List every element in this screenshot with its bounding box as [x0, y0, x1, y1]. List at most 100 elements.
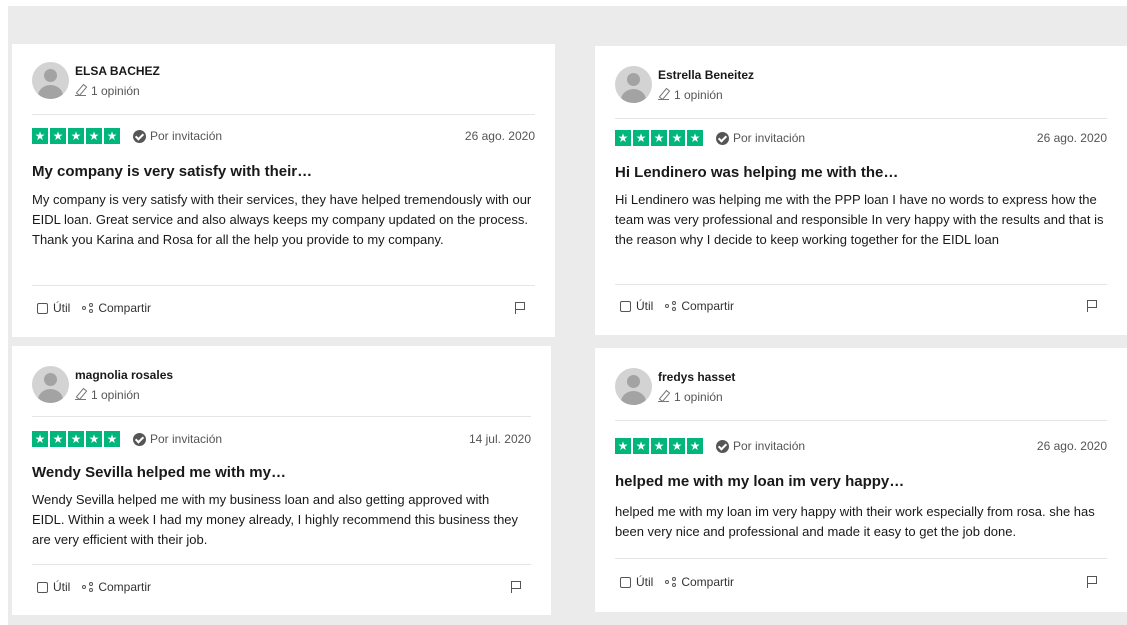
star-icon: ★ — [86, 128, 102, 144]
star-icon: ★ — [651, 438, 667, 454]
rating-row: ★ ★ ★ ★ ★ Por invitación 26 ago. 2020 — [615, 437, 1107, 455]
review-title[interactable]: helped me with my loan im very happy… — [615, 473, 1109, 491]
helpful-label: Útil — [53, 301, 71, 315]
review-paragraph: Hi Lendinero was helping me with the PPP… — [615, 192, 1104, 247]
flag-icon[interactable] — [1087, 576, 1097, 588]
review-title[interactable]: My company is very satisfy with their… — [32, 163, 537, 181]
avatar[interactable] — [32, 62, 69, 99]
verified-label: Por invitación — [150, 432, 223, 446]
flag-icon[interactable] — [1087, 300, 1097, 312]
review-author[interactable]: fredys hasset 1 opinión — [615, 368, 735, 405]
thumbs-up-icon — [37, 581, 48, 593]
review-date: 14 jul. 2020 — [468, 432, 531, 446]
author-name[interactable]: magnolia rosales — [75, 367, 173, 383]
review-title[interactable]: Wendy Sevilla helped me with my… — [32, 464, 533, 482]
review-card: Estrella Beneitez 1 opinión ★ ★ ★ ★ ★ Por in… — [595, 46, 1127, 335]
star-icon: ★ — [651, 130, 667, 146]
helpful-button[interactable]: Útil — [620, 575, 653, 589]
review-text: Hi Lendinero was helping me with the PPP… — [615, 190, 1109, 250]
rating-row: ★ ★ ★ ★ ★ Por invitación 14 jul. 2020 — [32, 430, 531, 448]
review-paragraph: helped me with my loan im very happy wit… — [615, 504, 1095, 539]
review-count-label: 1 opinión — [91, 387, 140, 402]
thumbs-up-icon — [620, 576, 631, 588]
check-circle-icon — [716, 131, 729, 145]
thumbs-up-icon — [37, 302, 48, 314]
helpful-button[interactable]: Útil — [620, 299, 653, 313]
review-paragraph: Thank you Karina and Rosa for all the he… — [32, 232, 444, 247]
star-icon: ★ — [669, 438, 685, 454]
share-button[interactable]: Compartir — [665, 575, 734, 589]
star-rating: ★ ★ ★ ★ ★ — [32, 128, 120, 144]
review-paragraph: Wendy Sevilla helped me with my business… — [32, 492, 519, 547]
verified-label: Por invitación — [733, 439, 806, 453]
verified-badge[interactable]: Por invitación — [133, 432, 222, 446]
rating-row: ★ ★ ★ ★ ★ Por invitación 26 ago. 2020 — [32, 127, 535, 145]
check-circle-icon — [133, 129, 146, 143]
avatar[interactable] — [615, 66, 652, 103]
star-icon: ★ — [633, 130, 649, 146]
share-label: Compartir — [681, 299, 735, 313]
review-actions: Útil Compartir — [620, 575, 1097, 589]
check-circle-icon — [716, 439, 729, 453]
verified-badge[interactable]: Por invitación — [716, 131, 805, 145]
avatar[interactable] — [615, 368, 652, 405]
review-author[interactable]: ELSA BACHEZ 1 opinión — [32, 62, 160, 99]
helpful-label: Útil — [636, 299, 654, 313]
review-paragraph: My company is very satisfy with their se… — [32, 192, 532, 227]
divider — [32, 564, 531, 565]
review-title[interactable]: Hi Lendinero was helping me with the… — [615, 164, 1109, 182]
star-icon: ★ — [687, 130, 703, 146]
pencil-icon — [75, 389, 86, 400]
star-icon: ★ — [615, 130, 631, 146]
star-rating: ★ ★ ★ ★ ★ — [615, 438, 703, 454]
star-icon: ★ — [32, 128, 48, 144]
star-icon: ★ — [68, 431, 84, 447]
star-rating: ★ ★ ★ ★ ★ — [32, 431, 120, 447]
star-icon: ★ — [669, 130, 685, 146]
verified-label: Por invitación — [150, 129, 223, 143]
thumbs-up-icon — [620, 300, 631, 312]
review-text: helped me with my loan im very happy wit… — [615, 502, 1109, 542]
share-button[interactable]: Compartir — [665, 299, 734, 313]
star-icon: ★ — [68, 128, 84, 144]
star-icon: ★ — [32, 431, 48, 447]
review-actions: Útil Compartir — [37, 301, 525, 315]
review-date: 26 ago. 2020 — [1036, 439, 1107, 453]
divider — [615, 118, 1107, 119]
review-author[interactable]: magnolia rosales 1 opinión — [32, 366, 173, 403]
share-icon — [82, 582, 94, 592]
author-name[interactable]: Estrella Beneitez — [658, 67, 754, 83]
flag-icon[interactable] — [511, 581, 521, 593]
helpful-button[interactable]: Útil — [37, 580, 70, 594]
verified-badge[interactable]: Por invitación — [716, 439, 805, 453]
share-label: Compartir — [98, 580, 152, 594]
author-name[interactable]: ELSA BACHEZ — [75, 63, 160, 79]
helpful-button[interactable]: Útil — [37, 301, 70, 315]
share-button[interactable]: Compartir — [82, 580, 151, 594]
review-card: ELSA BACHEZ 1 opinión ★ ★ ★ ★ ★ Por invitaci… — [12, 44, 555, 337]
review-text: My company is very satisfy with their se… — [32, 190, 537, 250]
star-icon: ★ — [50, 128, 66, 144]
share-button[interactable]: Compartir — [82, 301, 151, 315]
review-count-label: 1 opinión — [91, 83, 140, 98]
verified-label: Por invitación — [733, 131, 806, 145]
star-icon: ★ — [50, 431, 66, 447]
review-actions: Útil Compartir — [620, 299, 1097, 313]
review-count-label: 1 opinión — [674, 389, 723, 404]
review-card: magnolia rosales 1 opinión ★ ★ ★ ★ ★ Por inv… — [12, 346, 551, 615]
flag-icon[interactable] — [515, 302, 525, 314]
check-circle-icon — [133, 432, 146, 446]
star-icon: ★ — [615, 438, 631, 454]
review-date: 26 ago. 2020 — [464, 129, 535, 143]
divider — [32, 416, 531, 417]
verified-badge[interactable]: Por invitación — [133, 129, 222, 143]
helpful-label: Útil — [636, 575, 654, 589]
divider — [32, 114, 535, 115]
avatar[interactable] — [32, 366, 69, 403]
share-icon — [665, 577, 677, 587]
review-card: fredys hasset 1 opinión ★ ★ ★ ★ ★ Por invita… — [595, 348, 1127, 612]
author-review-count: 1 opinión — [75, 83, 160, 99]
author-name[interactable]: fredys hasset — [658, 369, 735, 385]
star-rating: ★ ★ ★ ★ ★ — [615, 130, 703, 146]
review-author[interactable]: Estrella Beneitez 1 opinión — [615, 66, 754, 103]
